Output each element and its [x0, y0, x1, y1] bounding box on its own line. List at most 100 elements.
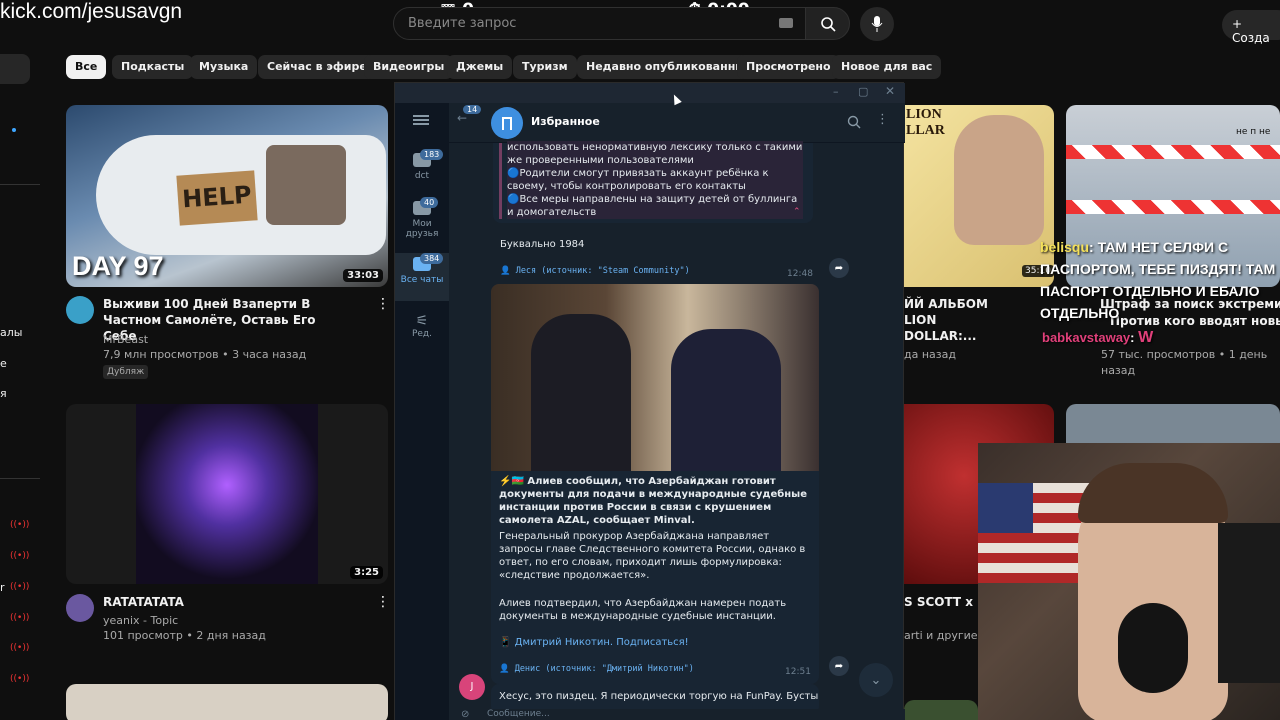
- chip-live[interactable]: Сейчас в эфире: [258, 55, 376, 79]
- live-icon: ((•)): [10, 674, 30, 684]
- chip-tourism[interactable]: Туризм: [513, 55, 577, 79]
- channel-name[interactable]: MrBeast: [103, 332, 148, 348]
- message-text: Хесус, это пиздец. Я периодически торгую…: [499, 691, 819, 702]
- chip-new-for-you[interactable]: Новое для вас: [832, 55, 942, 79]
- share-icon: ➦: [834, 262, 844, 274]
- streamer-hair: [1078, 463, 1228, 523]
- bookmark-icon: [502, 116, 512, 130]
- person-image: [266, 145, 346, 225]
- search-button[interactable]: [805, 7, 850, 40]
- scroll-down-button[interactable]: ⌄: [859, 663, 893, 697]
- sidebar-dot: [12, 128, 16, 132]
- forward-source[interactable]: 👤 Леся (источник: "Steam Community"): [500, 266, 690, 276]
- search-icon[interactable]: [847, 115, 861, 129]
- keyboard-icon[interactable]: [779, 18, 793, 28]
- collapse-icon[interactable]: ⌃: [793, 207, 801, 217]
- message-photo[interactable]: [491, 284, 819, 471]
- saved-messages-avatar[interactable]: [491, 107, 523, 139]
- window-titlebar[interactable]: – ▢ ✕: [395, 83, 905, 103]
- message-time: 12:51: [785, 667, 811, 677]
- person-image: [954, 115, 1044, 245]
- message-input-bar[interactable]: ⊘ Сообщение...: [449, 709, 905, 720]
- sidebar-item-label[interactable]: алы: [0, 325, 22, 341]
- sidebar-item-label[interactable]: r: [0, 580, 5, 596]
- video-thumbnail[interactable]: LION LLAR: [904, 105, 1054, 287]
- sidebar-divider: [0, 184, 40, 185]
- message-text: Генеральный прокурор Азербайджана направ…: [499, 531, 806, 581]
- forward-button[interactable]: ➦: [829, 258, 849, 278]
- channel-avatar[interactable]: [66, 594, 94, 622]
- duration-badge: 3:25: [350, 566, 383, 579]
- voice-search-button[interactable]: [860, 7, 894, 41]
- message-bubble[interactable]: использовать ненормативную лексику тольк…: [493, 141, 813, 223]
- video-thumbnail[interactable]: [66, 684, 388, 720]
- channel-name[interactable]: yeanix - Topic: [103, 613, 178, 629]
- photo-person-right: [671, 329, 781, 471]
- live-icon: ((•)): [10, 520, 30, 530]
- sidebar-item-active[interactable]: [0, 54, 30, 84]
- menu-icon[interactable]: [413, 115, 429, 125]
- channel-avatar[interactable]: [66, 296, 94, 324]
- search-icon: [820, 16, 836, 32]
- microphone-icon: [871, 16, 883, 32]
- video-thumbnail[interactable]: HELP DAY 97 33:03: [66, 105, 388, 287]
- video-thumbnail[interactable]: [904, 700, 978, 720]
- more-options-icon[interactable]: ⋮: [376, 296, 390, 312]
- video-thumbnail[interactable]: 3:25: [66, 404, 388, 584]
- message-bubble[interactable]: ⚡️🇦🇿 Алиев сообщил, что Азербайджан гото…: [491, 284, 819, 684]
- sidebar-item-label[interactable]: я: [0, 386, 7, 402]
- chip-jams[interactable]: Джемы: [447, 55, 513, 79]
- folder-all-chats[interactable]: 384 Все чаты: [395, 253, 449, 301]
- forward-source[interactable]: 👤 Денис (источник: "Дмитрий Никотин"): [499, 664, 694, 674]
- telegram-window: – ▢ ✕ 183 dct 40 Мои друзья 384 Все чаты…: [394, 82, 905, 720]
- screen: kick.com/jesusavgn ▩0 ⏱0:00 Введите запр…: [0, 0, 1280, 720]
- message-headline: ⚡️🇦🇿 Алиев сообщил, что Азербайджан гото…: [499, 476, 808, 526]
- more-options-icon[interactable]: ⋮: [376, 594, 390, 610]
- live-icon: ((•)): [10, 643, 30, 653]
- chip-music[interactable]: Музыка: [190, 55, 258, 79]
- folder-edit[interactable]: ⚟ Ред.: [395, 313, 449, 339]
- live-icon: ((•)): [10, 551, 30, 561]
- chip-videogames[interactable]: Видеоигры: [364, 55, 454, 79]
- chat-title: Избранное: [531, 115, 600, 128]
- chip-podcasts[interactable]: Подкасты: [112, 55, 194, 79]
- folder-friends[interactable]: 40 Мои друзья: [395, 197, 449, 239]
- chip-recent[interactable]: Недавно опубликованные: [577, 55, 762, 79]
- flag-canton: [978, 483, 1033, 533]
- maximize-icon[interactable]: ▢: [858, 85, 868, 98]
- message-text: Буквально 1984: [500, 239, 585, 250]
- forward-button[interactable]: ➦: [829, 656, 849, 676]
- attach-icon[interactable]: ⊘: [461, 709, 469, 720]
- plus-icon: +: [1232, 17, 1243, 31]
- video-title[interactable]: RATATATATA: [103, 594, 184, 610]
- message-input[interactable]: Сообщение...: [487, 709, 550, 719]
- sender-avatar[interactable]: J: [459, 674, 485, 700]
- microphone: [1118, 603, 1188, 693]
- chair: [1218, 523, 1280, 683]
- minimize-icon[interactable]: –: [833, 85, 839, 98]
- stream-chat-message: babkavstaway: W: [1042, 329, 1154, 346]
- message-text: использовать ненормативную лексику тольк…: [507, 141, 803, 219]
- more-options-icon[interactable]: ⋮: [876, 112, 889, 127]
- chip-all[interactable]: Все: [66, 55, 107, 79]
- live-icon: ((•)): [10, 582, 30, 592]
- create-button[interactable]: + Созда: [1222, 10, 1280, 45]
- video-stats: 7,9 млн просмотров • 3 часа назад: [103, 348, 307, 361]
- sidebar-item-label[interactable]: е: [0, 356, 7, 372]
- search-input[interactable]: Введите запрос: [393, 7, 810, 40]
- chip-watched[interactable]: Просмотрено: [737, 55, 840, 79]
- live-icon: ((•)): [10, 613, 30, 623]
- duration-badge: 33:03: [343, 269, 383, 282]
- chat-username: babkavstaway: [1042, 330, 1131, 345]
- tape-graphic: [1066, 145, 1280, 159]
- chat-header: ← 14 Избранное ⋮: [449, 103, 905, 143]
- share-icon: ➦: [834, 660, 844, 672]
- dub-badge: Дубляж: [103, 365, 149, 379]
- video-title[interactable]: ЙЙ АЛЬБОМ LION DOLLAR:...: [904, 296, 999, 344]
- folder-sidebar: 183 dct 40 Мои друзья 384 Все чаты ⚟ Ред…: [395, 103, 449, 720]
- sidebar-divider: [0, 478, 40, 479]
- subscribe-link[interactable]: 📱 Дмитрий Никотин. Подписаться!: [499, 636, 689, 649]
- stream-url-overlay: kick.com/jesusavgn: [0, 0, 183, 23]
- folder-dct[interactable]: 183 dct: [395, 149, 449, 181]
- close-icon[interactable]: ✕: [885, 84, 895, 98]
